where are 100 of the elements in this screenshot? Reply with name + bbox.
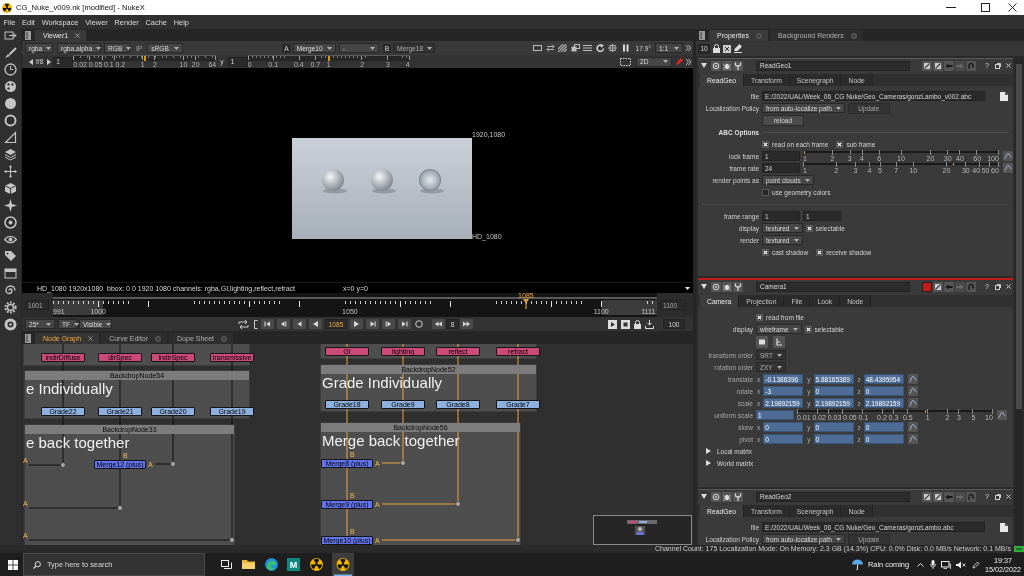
brush-icon[interactable] [4, 46, 17, 59]
checkbox[interactable] [756, 313, 763, 321]
target-icon[interactable] [4, 216, 17, 229]
slash-icon[interactable] [933, 281, 944, 292]
slider-track[interactable] [803, 150, 999, 155]
crosshair-icon[interactable] [608, 44, 617, 52]
curve-icon[interactable] [1003, 163, 1013, 173]
curve-icon[interactable] [907, 434, 918, 444]
collapse-icon[interactable] [701, 63, 707, 68]
circle-icon[interactable] [415, 320, 423, 328]
right-arrow-icon[interactable] [47, 58, 52, 65]
lock-icon[interactable] [634, 319, 641, 329]
skip-to-start-icon[interactable] [261, 319, 274, 329]
frame-icon[interactable] [533, 44, 542, 52]
checkbox[interactable] [762, 248, 769, 256]
loop-icon[interactable] [238, 319, 249, 329]
left-arrow-icon[interactable] [29, 58, 33, 65]
dot-node[interactable] [400, 460, 406, 466]
gear-icon[interactable] [4, 301, 17, 314]
step-back-icon[interactable] [293, 319, 306, 329]
curve-icon[interactable] [907, 374, 918, 384]
slider-track[interactable] [797, 409, 993, 414]
muted-speaker-icon[interactable] [956, 560, 966, 569]
curve-icon[interactable] [1003, 151, 1013, 161]
file-icon[interactable] [1000, 91, 1008, 101]
maximize-icon[interactable] [981, 3, 990, 12]
rewind-icon[interactable] [432, 319, 445, 329]
play-icon[interactable] [350, 319, 363, 329]
disc-icon[interactable] [4, 318, 17, 331]
cube-icon[interactable] [4, 182, 17, 195]
sphere-icon[interactable] [4, 97, 17, 110]
curve-icon[interactable] [907, 422, 918, 432]
swirl-icon[interactable] [4, 284, 17, 297]
float-icon[interactable] [995, 283, 1001, 290]
slider-thumb[interactable] [327, 56, 330, 61]
expand-icon[interactable] [706, 448, 711, 454]
fork-icon[interactable] [733, 60, 743, 71]
folder-icon[interactable] [242, 558, 255, 571]
fork-icon[interactable] [733, 281, 743, 292]
flipbook-icon[interactable] [608, 319, 617, 329]
task-view-icon[interactable] [221, 560, 232, 569]
dropdown-arrow-icon[interactable] [685, 286, 690, 290]
layers-icon[interactable] [4, 148, 17, 161]
monitor-icon[interactable] [941, 560, 951, 569]
tree-icon[interactable] [773, 336, 785, 348]
clear-icon[interactable] [723, 44, 731, 53]
circle-icon[interactable] [711, 281, 721, 292]
slider-track[interactable] [803, 162, 999, 167]
scrollbar-thumb[interactable] [1016, 64, 1022, 409]
lock-icon[interactable] [713, 44, 720, 53]
dot-node[interactable] [229, 537, 235, 543]
square-icon[interactable] [756, 336, 768, 348]
playhead[interactable] [522, 299, 529, 309]
gamma-slider[interactable] [247, 55, 410, 61]
dot-node[interactable] [515, 537, 521, 543]
microphone-icon[interactable] [930, 560, 936, 569]
play-reverse-icon[interactable] [309, 319, 322, 329]
previous-keyframe-icon[interactable] [277, 319, 290, 329]
square-icon[interactable] [621, 319, 630, 329]
stripes-icon[interactable] [558, 44, 567, 52]
browser-icon[interactable] [265, 558, 278, 571]
region-icon[interactable] [620, 57, 631, 66]
dot-node[interactable] [170, 461, 176, 467]
bug-icon[interactable] [722, 491, 732, 502]
checkbox[interactable] [816, 248, 824, 256]
checkbox[interactable] [836, 140, 844, 148]
palette-icon[interactable] [4, 80, 17, 93]
double-chevron-icon[interactable] [686, 45, 691, 51]
slider-thumb[interactable] [951, 162, 955, 167]
sparkle-icon[interactable] [4, 199, 17, 212]
download-icon[interactable] [645, 319, 654, 329]
circle-icon[interactable] [711, 60, 721, 71]
slash-icon[interactable] [922, 60, 933, 71]
pen-icon[interactable] [972, 560, 980, 569]
pen-icon[interactable] [734, 44, 742, 53]
eye-icon[interactable] [4, 233, 17, 246]
slash-icon[interactable] [933, 60, 944, 71]
curve-icon[interactable] [907, 386, 918, 396]
double-chevron-icon[interactable] [686, 58, 691, 65]
file-icon[interactable] [1000, 522, 1008, 532]
float-icon[interactable] [995, 493, 1001, 500]
bracket-icon[interactable] [254, 319, 258, 329]
node-color-icon[interactable] [922, 281, 933, 292]
curve-icon[interactable] [997, 410, 1007, 420]
windows-icon[interactable] [570, 44, 580, 52]
slider-thumb[interactable] [143, 56, 146, 61]
radiation-app-icon[interactable] [310, 558, 323, 571]
lines-icon[interactable] [583, 44, 592, 52]
radiation-app-icon[interactable] [332, 553, 354, 576]
bug-icon[interactable] [722, 60, 732, 71]
ring-icon[interactable] [4, 114, 17, 127]
wedge-icon[interactable] [4, 131, 17, 144]
skip-to-end-icon[interactable] [398, 319, 411, 329]
fast-forward-icon[interactable] [460, 319, 473, 329]
panel-icon[interactable] [4, 267, 17, 280]
collapse-icon[interactable] [701, 494, 707, 499]
start-icon[interactable] [8, 559, 18, 570]
fork-icon[interactable] [733, 491, 743, 502]
dot-node[interactable] [117, 505, 123, 511]
next-keyframe-icon[interactable] [382, 319, 395, 329]
